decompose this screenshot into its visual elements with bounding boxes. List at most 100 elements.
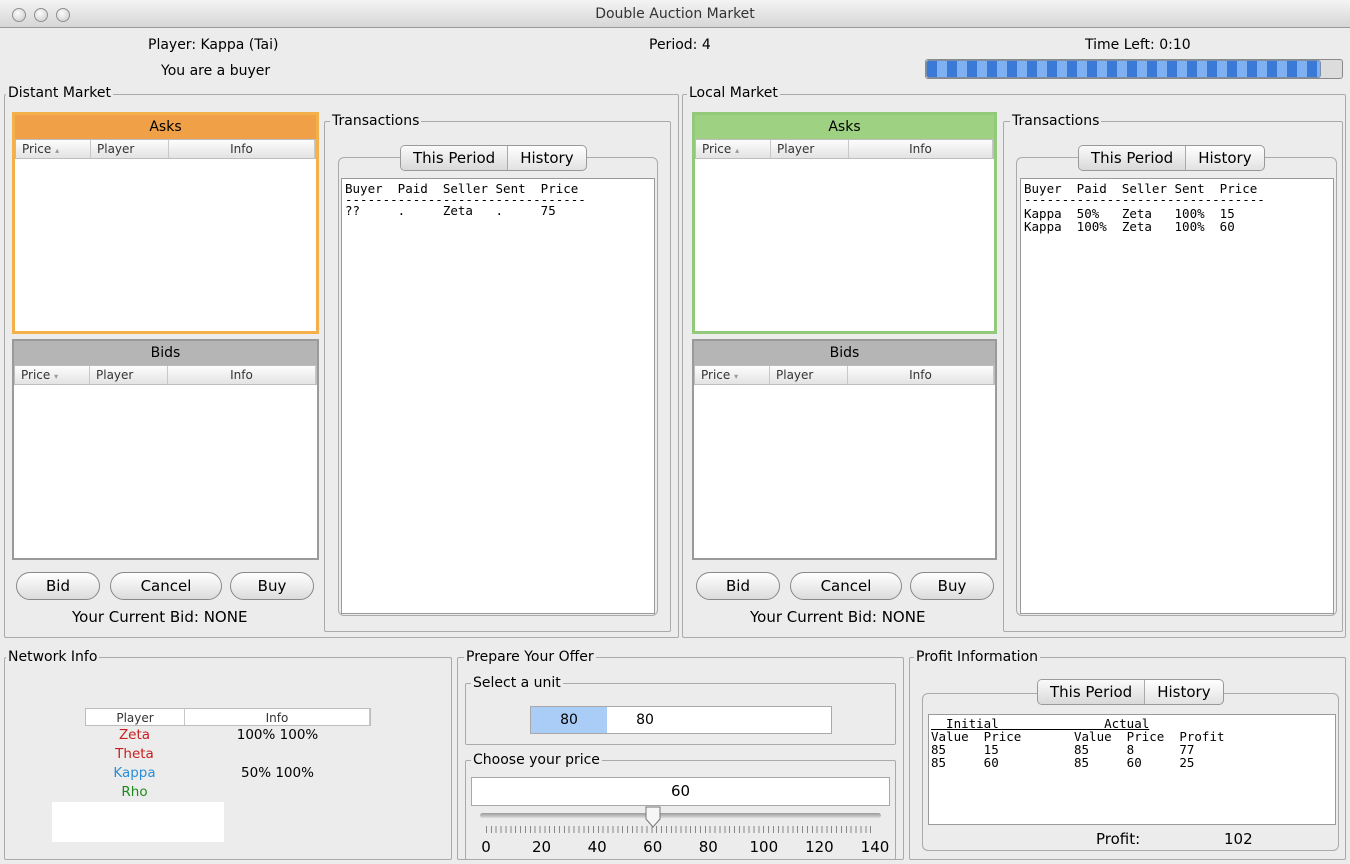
col-player[interactable]: Player xyxy=(86,709,185,725)
local-bids-column-header: Price ▾ Player Info xyxy=(694,365,995,385)
slider-tick-label: 40 xyxy=(587,838,607,856)
slider-tick-label: 60 xyxy=(643,838,663,856)
distant-asks-column-header: Price ▴ Player Info xyxy=(15,139,316,159)
network-player: Rho xyxy=(121,784,148,800)
profit-row: 85 60 85 60 25 xyxy=(931,755,1195,770)
choose-price-label: Choose your price xyxy=(471,752,602,768)
select-unit-label: Select a unit xyxy=(471,675,563,691)
unit-item[interactable]: 80 xyxy=(607,707,683,733)
transaction-row: Kappa 100% Zeta 100% 60 xyxy=(1024,219,1235,234)
unit-list: 80 80 xyxy=(530,706,832,734)
col-player[interactable]: Player xyxy=(90,366,168,384)
col-price[interactable]: Price ▴ xyxy=(16,140,91,158)
profit-table: Initial Actual Value Price Value Price P… xyxy=(928,714,1336,825)
distant-cancel-button[interactable]: Cancel xyxy=(110,572,222,600)
network-info-label: Network Info xyxy=(6,649,100,665)
price-slider-track[interactable] xyxy=(480,813,881,818)
distant-bids-panel: Bids Price ▾ Player Info xyxy=(12,339,319,560)
local-bids-panel: Bids Price ▾ Player Info xyxy=(692,339,997,560)
network-row: Theta xyxy=(85,745,371,764)
network-player: Zeta xyxy=(118,727,151,743)
col-player[interactable]: Player xyxy=(770,366,848,384)
local-current-bid: Your Current Bid: NONE xyxy=(750,608,926,626)
distant-transactions-label: Transactions xyxy=(330,113,422,129)
col-info[interactable]: Info xyxy=(169,140,315,158)
network-info-value xyxy=(184,783,371,802)
local-market-label: Local Market xyxy=(687,85,780,101)
profit-tabs: This Period History xyxy=(1037,679,1224,705)
network-player: Theta xyxy=(115,746,154,762)
prepare-offer-label: Prepare Your Offer xyxy=(464,649,596,665)
unit-item-selected[interactable]: 80 xyxy=(531,707,607,733)
tab-history[interactable]: History xyxy=(1186,146,1263,170)
network-table: Player Info Zeta 100% 100% Theta Kappa 5… xyxy=(85,708,371,812)
distant-market-label: Distant Market xyxy=(6,85,113,101)
transaction-row: ?? . Zeta . 75 xyxy=(345,203,556,218)
distant-bid-button[interactable]: Bid xyxy=(16,572,100,600)
slider-tick-label: 80 xyxy=(698,838,718,856)
time-progress-bar xyxy=(925,59,1343,79)
distant-transactions-list: Buyer Paid Seller Sent Price -----------… xyxy=(341,178,655,614)
network-row: Rho xyxy=(85,783,371,802)
local-cancel-button[interactable]: Cancel xyxy=(790,572,902,600)
col-info[interactable]: Info xyxy=(849,140,993,158)
col-player[interactable]: Player xyxy=(771,140,849,158)
distant-asks-panel: Asks Price ▴ Player Info xyxy=(12,112,319,334)
distant-asks-title: Asks xyxy=(15,115,316,139)
col-price[interactable]: Price ▾ xyxy=(15,366,90,384)
local-transactions-tabs: This Period History xyxy=(1078,145,1265,171)
transactions-divider: -------------------------------- xyxy=(1024,192,1265,207)
local-asks-panel: Asks Price ▴ Player Info xyxy=(692,112,997,334)
distant-bids-title: Bids xyxy=(14,341,317,365)
slider-tick-label: 20 xyxy=(532,838,552,856)
local-buy-button[interactable]: Buy xyxy=(910,572,994,600)
local-asks-title: Asks xyxy=(695,115,994,139)
network-row: Zeta 100% 100% xyxy=(85,726,371,745)
slider-tick-label: 100 xyxy=(749,838,779,856)
period-label: Period: 4 xyxy=(649,37,711,53)
price-field[interactable]: 60 xyxy=(471,777,890,806)
tab-this-period[interactable]: This Period xyxy=(1038,680,1146,704)
profit-total-value: 102 xyxy=(1224,830,1253,848)
sort-down-icon: ▾ xyxy=(734,372,739,381)
col-price[interactable]: Price ▾ xyxy=(695,366,770,384)
player-role: You are a buyer xyxy=(161,63,271,79)
col-info[interactable]: Info xyxy=(168,366,316,384)
network-player: Kappa xyxy=(113,765,156,781)
price-slider-thumb[interactable] xyxy=(644,806,662,828)
network-rows: Zeta 100% 100% Theta Kappa 50% 100% Rho xyxy=(85,726,371,802)
local-bid-button[interactable]: Bid xyxy=(696,572,780,600)
network-info-value: 50% 100% xyxy=(241,765,314,781)
local-asks-column-header: Price ▴ Player Info xyxy=(695,139,994,159)
sort-down-icon: ▾ xyxy=(54,372,59,381)
tab-history[interactable]: History xyxy=(1145,680,1222,704)
window-title: Double Auction Market xyxy=(595,6,755,22)
distant-buy-button[interactable]: Buy xyxy=(230,572,314,600)
tab-this-period[interactable]: This Period xyxy=(401,146,509,170)
local-transactions-label: Transactions xyxy=(1010,113,1102,129)
distant-current-bid: Your Current Bid: NONE xyxy=(72,608,248,626)
price-slider-ticks xyxy=(486,826,875,833)
distant-bids-column-header: Price ▾ Player Info xyxy=(14,365,317,385)
title-bar: Double Auction Market xyxy=(0,0,1350,28)
slider-tick-label: 120 xyxy=(805,838,834,856)
tab-this-period[interactable]: This Period xyxy=(1079,146,1187,170)
tab-history[interactable]: History xyxy=(508,146,585,170)
blank-overlay-box xyxy=(52,802,224,842)
network-row: Kappa 50% 100% xyxy=(85,764,371,783)
distant-transactions-tabs: This Period History xyxy=(400,145,587,171)
sort-up-icon: ▴ xyxy=(55,146,60,155)
sort-up-icon: ▴ xyxy=(735,146,740,155)
profit-info-label: Profit Information xyxy=(914,649,1041,665)
network-info-value: 100% 100% xyxy=(236,727,319,743)
network-info-value xyxy=(184,745,371,764)
time-left-label: Time Left: 0:10 xyxy=(1085,37,1191,53)
local-bids-title: Bids xyxy=(694,341,995,365)
slider-tick-label: 140 xyxy=(860,838,890,856)
time-progress-fill xyxy=(926,60,1322,78)
slider-tick-label: 0 xyxy=(481,838,491,856)
col-info[interactable]: Info xyxy=(848,366,994,384)
col-info[interactable]: Info xyxy=(185,709,370,725)
col-player[interactable]: Player xyxy=(91,140,169,158)
col-price[interactable]: Price ▴ xyxy=(696,140,771,158)
